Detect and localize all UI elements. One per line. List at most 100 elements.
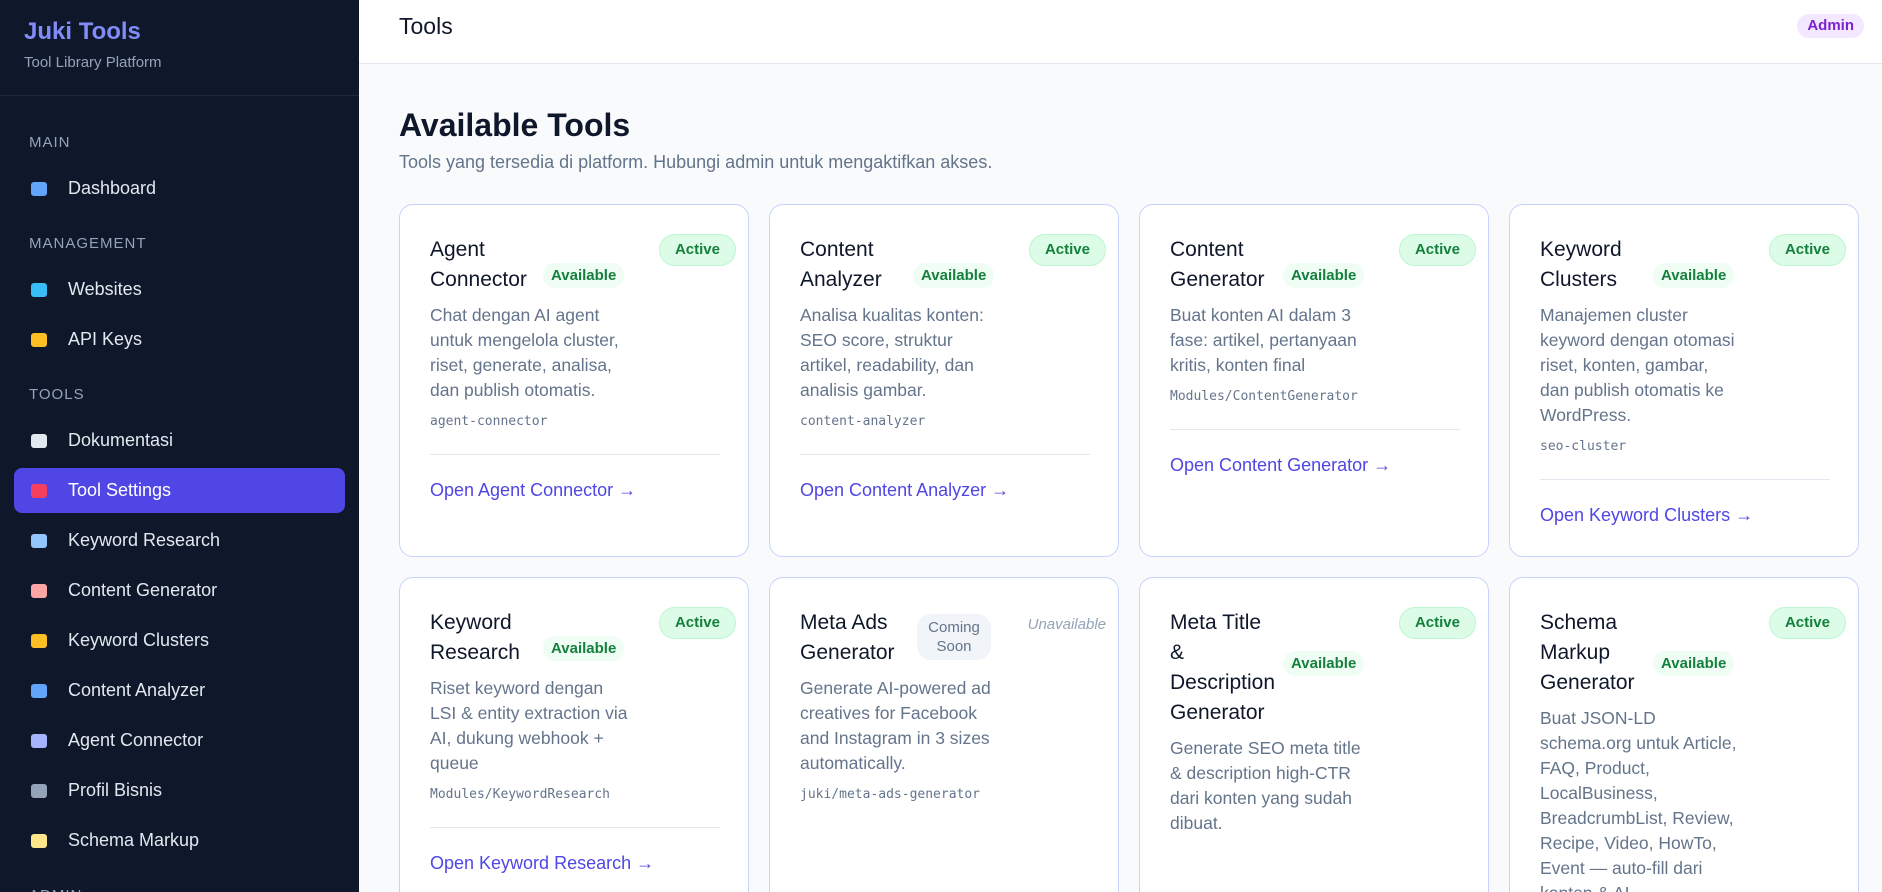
tool-card-title: Content Generator (1170, 238, 1265, 291)
sidebar-item-api-keys[interactable]: API Keys (14, 317, 345, 362)
brand-subtitle: Tool Library Platform (24, 54, 162, 71)
nav-section-label: MAIN (29, 134, 71, 151)
tool-card: Schema Markup Generator Available Active Bu… (1509, 577, 1859, 892)
tool-card: Content Generator Available Active Buat kon… (1139, 204, 1489, 557)
globe-icon (29, 280, 49, 300)
page-header-title: Tools (399, 13, 453, 39)
sidebar-item-dokumentasi[interactable]: Dokumentasi (14, 418, 345, 463)
nav-section-label: MANAGEMENT (29, 235, 147, 252)
tool-card-description: Chat dengan AI agent untuk mengelola clu… (430, 305, 619, 400)
open-tool-link[interactable]: Open Keyword Clusters → (1540, 505, 1753, 526)
sidebar-item-schema-markup[interactable]: Schema Markup (14, 818, 345, 863)
magnifier-icon (29, 531, 49, 551)
main-content: Available Tools Tools yang tersedia di p… (359, 64, 1882, 892)
sidebar-item-label: Profil Bisnis (68, 780, 163, 800)
status-badge: Active (1398, 234, 1476, 266)
tool-card-header: Agent Connector Available Active (430, 234, 736, 295)
availability-badge: Available (1283, 263, 1365, 288)
sidebar-item-label: Dashboard (68, 178, 157, 198)
tool-slug: content-analyzer (800, 414, 926, 429)
bar-chart-icon (29, 681, 49, 701)
status-badge: Active (1028, 234, 1106, 266)
sidebar-item-label: Content Generator (68, 580, 218, 600)
tool-slug: Modules/ContentGenerator (1170, 389, 1358, 404)
sidebar-item-label: Websites (68, 279, 142, 299)
tool-card-header: Meta Title & Description Generator Availa… (1170, 607, 1476, 728)
key-icon (29, 330, 49, 350)
tool-card-title: Agent Connector (430, 238, 527, 291)
open-tool-link[interactable]: Open Keyword Research → (430, 853, 654, 874)
nav-section-label: ADMIN (0, 885, 359, 892)
tool-card-header: Keyword Research Available Active (430, 607, 736, 668)
availability-badge: Available (1653, 263, 1735, 288)
availability-badge: Available (543, 636, 625, 661)
tool-card-description: Riset keyword dengan LSI & entity extrac… (430, 678, 628, 773)
sidebar-item-tool-settings[interactable]: Tool Settings (14, 468, 345, 513)
sidebar-item-websites[interactable]: Websites (14, 267, 345, 312)
sidebar-item-label: Content Analyzer (68, 680, 206, 700)
tools-grid: Agent Connector Available Active Chat denga… (399, 204, 1859, 892)
robot-icon (29, 731, 49, 751)
tool-card-description: Analisa kualitas konten: SEO score, stru… (800, 305, 984, 400)
sidebar-item-label: Keyword Research (68, 530, 221, 550)
book-icon (29, 431, 49, 451)
open-tool-link[interactable]: Open Content Analyzer → (800, 480, 1009, 501)
sidebar-item-content-analyzer[interactable]: Content Analyzer (14, 668, 345, 713)
tool-card: Meta Ads Generator Coming Soon Unavailable… (769, 577, 1119, 892)
tool-card-header: Meta Ads Generator Coming Soon Unavailable (800, 608, 1106, 668)
status-badge: Active (658, 234, 736, 266)
sidebar: Juki Tools Tool Library Platform MAIN Das… (0, 0, 359, 892)
card-divider (1170, 429, 1460, 430)
sidebar-item-label: Dokumentasi (68, 430, 174, 450)
sidebar-item-profil-bisnis[interactable]: Profil Bisnis (14, 768, 345, 813)
tool-card: Content Analyzer Available Active Analisa k… (769, 204, 1119, 557)
tool-card-header: Content Analyzer Available Active (800, 234, 1106, 295)
sidebar-item-content-generator[interactable]: Content Generator (14, 568, 345, 613)
availability-badge: Available (1653, 651, 1735, 676)
tool-card: Agent Connector Available Active Chat denga… (399, 204, 749, 557)
tool-card-header: Content Generator Available Active (1170, 234, 1476, 295)
status-badge: Active (1768, 234, 1846, 266)
tool-card: Meta Title & Description Generator Availa… (1139, 577, 1489, 892)
toolbox-icon (29, 481, 49, 501)
tool-card-description: Buat konten AI dalam 3 fase: artikel, pe… (1170, 305, 1357, 375)
sidebar-item-label: Schema Markup (68, 830, 200, 850)
tool-slug: juki/meta-ads-generator (800, 787, 981, 802)
sidebar-item-agent-connector[interactable]: Agent Connector (14, 718, 345, 763)
folder-icon (29, 631, 49, 651)
availability-badge: Available (913, 263, 995, 288)
tool-card-title: Keyword Clusters (1540, 238, 1622, 291)
sidebar-item-keyword-research[interactable]: Keyword Research (14, 518, 345, 563)
clipboard-icon (29, 831, 49, 851)
brand-name[interactable]: Juki Tools (24, 18, 335, 46)
tool-card-description: Generate SEO meta title & description hi… (1170, 738, 1361, 833)
open-tool-link[interactable]: Open Content Generator → (1170, 455, 1391, 476)
card-divider (1540, 479, 1830, 480)
tool-card-title: Meta Ads Generator (800, 611, 895, 664)
status-label: Unavailable (1027, 616, 1106, 633)
tool-card-header: Schema Markup Generator Available Active (1540, 607, 1846, 698)
tool-card-header: Keyword Clusters Available Active (1540, 234, 1846, 295)
brand: Juki Tools Tool Library Platform (0, 0, 359, 96)
tool-card: Keyword Research Available Active Riset key… (399, 577, 749, 892)
nav-section-label: TOOLS (29, 386, 85, 403)
availability-badge: Available (543, 263, 625, 288)
status-badge: Active (1398, 607, 1476, 639)
topbar: Tools Admin (359, 0, 1882, 64)
sidebar-nav: MAIN Dashboard MANAGEMENT Websites API Keys T… (0, 96, 359, 892)
card-divider (430, 827, 720, 828)
sidebar-item-keyword-clusters[interactable]: Keyword Clusters (14, 618, 345, 663)
role-badge: Admin (1797, 14, 1864, 38)
page-description: Tools yang tersedia di platform. Hubungi… (399, 152, 993, 172)
open-tool-link[interactable]: Open Agent Connector → (430, 480, 636, 501)
tool-card-description: Generate AI-powered ad creatives for Fac… (800, 678, 991, 773)
memo-icon (29, 581, 49, 601)
status-badge: Active (1768, 607, 1846, 639)
sidebar-item-dashboard[interactable]: Dashboard (14, 166, 345, 211)
page-title: Available Tools (399, 107, 631, 143)
card-divider (800, 454, 1090, 455)
sidebar-item-label: Tool Settings (68, 480, 172, 500)
status-badge: Active (658, 607, 736, 639)
sidebar-item-label: API Keys (68, 329, 143, 349)
tool-card-title: Keyword Research (430, 611, 520, 664)
